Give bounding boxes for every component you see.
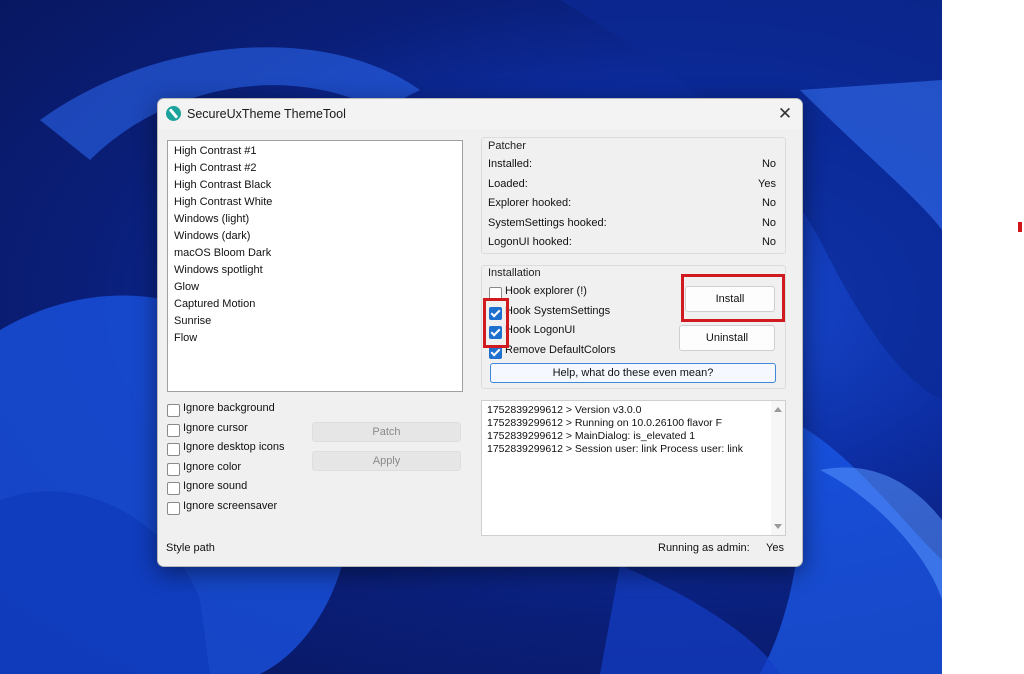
style-path-label: Style path — [166, 542, 215, 554]
theme-list[interactable]: High Contrast #1 High Contrast #2 High Con… — [167, 140, 463, 392]
patch-button[interactable]: Patch — [312, 422, 461, 442]
log-lines: 1752839299612 > Version v3.0.0 1752839299… — [482, 401, 785, 456]
scroll-down-arrow-icon[interactable] — [774, 524, 782, 529]
themetool-window: SecureUxTheme ThemeTool ✕ High Contrast … — [157, 98, 803, 567]
patcher-row-value: No — [761, 197, 776, 209]
checkbox-label: Hook LogonUI — [505, 324, 576, 336]
admin-status-label: Running as admin: — [658, 542, 750, 554]
patcher-row: Loaded: Yes — [488, 178, 776, 190]
checkbox-label: Ignore color — [183, 461, 242, 473]
checkbox-label: Ignore cursor — [183, 422, 248, 434]
log-line: 1752839299612 > MainDialog: is_elevated … — [487, 430, 696, 442]
window-title: SecureUxTheme ThemeTool — [187, 107, 346, 121]
log-line: 1752839299612 > Session user: link Proce… — [487, 443, 743, 455]
annotation-mark — [1018, 222, 1022, 232]
install-highlight-box — [681, 274, 785, 322]
theme-list-item[interactable]: Captured Motion — [168, 296, 462, 313]
checkbox-highlight-box — [483, 298, 509, 348]
uninstall-button[interactable]: Uninstall — [679, 325, 775, 351]
checkbox-box[interactable] — [167, 463, 180, 476]
checkbox-label: Ignore background — [183, 402, 275, 414]
help-button[interactable]: Help, what do these even mean? — [490, 363, 776, 383]
patcher-row: Installed: No — [488, 158, 776, 170]
log-line: 1752839299612 > Running on 10.0.26100 fl… — [487, 417, 722, 429]
app-logo-icon — [166, 106, 181, 121]
patcher-row-value: No — [761, 236, 776, 248]
checkbox-label: Remove DefaultColors — [505, 344, 616, 356]
patcher-row-key: Installed: — [488, 158, 533, 170]
checkbox-label: Ignore screensaver — [183, 500, 278, 512]
theme-list-item[interactable]: High Contrast #2 — [168, 160, 462, 177]
patcher-row-key: Explorer hooked: — [488, 197, 572, 209]
theme-list-item[interactable]: Sunrise — [168, 313, 462, 330]
checkbox-label: Hook SystemSettings — [505, 305, 611, 317]
log-scrollbar[interactable] — [771, 401, 785, 535]
patcher-row: LogonUI hooked: No — [488, 236, 776, 248]
theme-list-item[interactable]: Flow — [168, 330, 462, 347]
theme-list-item[interactable]: Glow — [168, 279, 462, 296]
theme-list-item[interactable]: macOS Bloom Dark — [168, 245, 462, 262]
apply-button[interactable]: Apply — [312, 451, 461, 471]
patcher-label: Patcher — [488, 140, 526, 152]
patcher-row-key: SystemSettings hooked: — [488, 217, 607, 229]
patcher-row: Explorer hooked: No — [488, 197, 776, 209]
patcher-row: SystemSettings hooked: No — [488, 217, 776, 229]
title-bar: SecureUxTheme ThemeTool ✕ — [158, 99, 802, 129]
theme-list-item[interactable]: Windows (light) — [168, 211, 462, 228]
checkbox-label: Ignore desktop icons — [183, 441, 285, 453]
theme-list-item[interactable]: Windows (dark) — [168, 228, 462, 245]
theme-list-item[interactable]: High Contrast #1 — [168, 143, 462, 160]
patcher-row-value: Yes — [758, 178, 776, 190]
patcher-row-value: No — [761, 217, 776, 229]
theme-list-item[interactable]: High Contrast Black — [168, 177, 462, 194]
theme-list-item[interactable]: High Contrast White — [168, 194, 462, 211]
checkbox-label: Hook explorer (!) — [505, 285, 587, 297]
checkbox-box[interactable] — [167, 404, 180, 417]
log-output[interactable]: 1752839299612 > Version v3.0.0 1752839299… — [481, 400, 786, 536]
log-line: 1752839299612 > Version v3.0.0 — [487, 404, 642, 416]
patcher-row-key: Loaded: — [488, 178, 528, 190]
checkbox-box[interactable] — [167, 482, 180, 495]
scroll-up-arrow-icon[interactable] — [774, 407, 782, 412]
checkbox-box[interactable] — [167, 424, 180, 437]
patcher-row-value: No — [761, 158, 776, 170]
installation-label: Installation — [488, 267, 541, 279]
close-button[interactable]: ✕ — [774, 103, 796, 125]
checkbox-label: Ignore sound — [183, 480, 248, 492]
theme-list-item[interactable]: Windows spotlight — [168, 262, 462, 279]
admin-status-value: Yes — [766, 542, 784, 554]
patcher-row-key: LogonUI hooked: — [488, 236, 572, 248]
checkbox-box[interactable] — [167, 502, 180, 515]
checkbox-box[interactable] — [167, 443, 180, 456]
page-margin — [942, 0, 1024, 674]
